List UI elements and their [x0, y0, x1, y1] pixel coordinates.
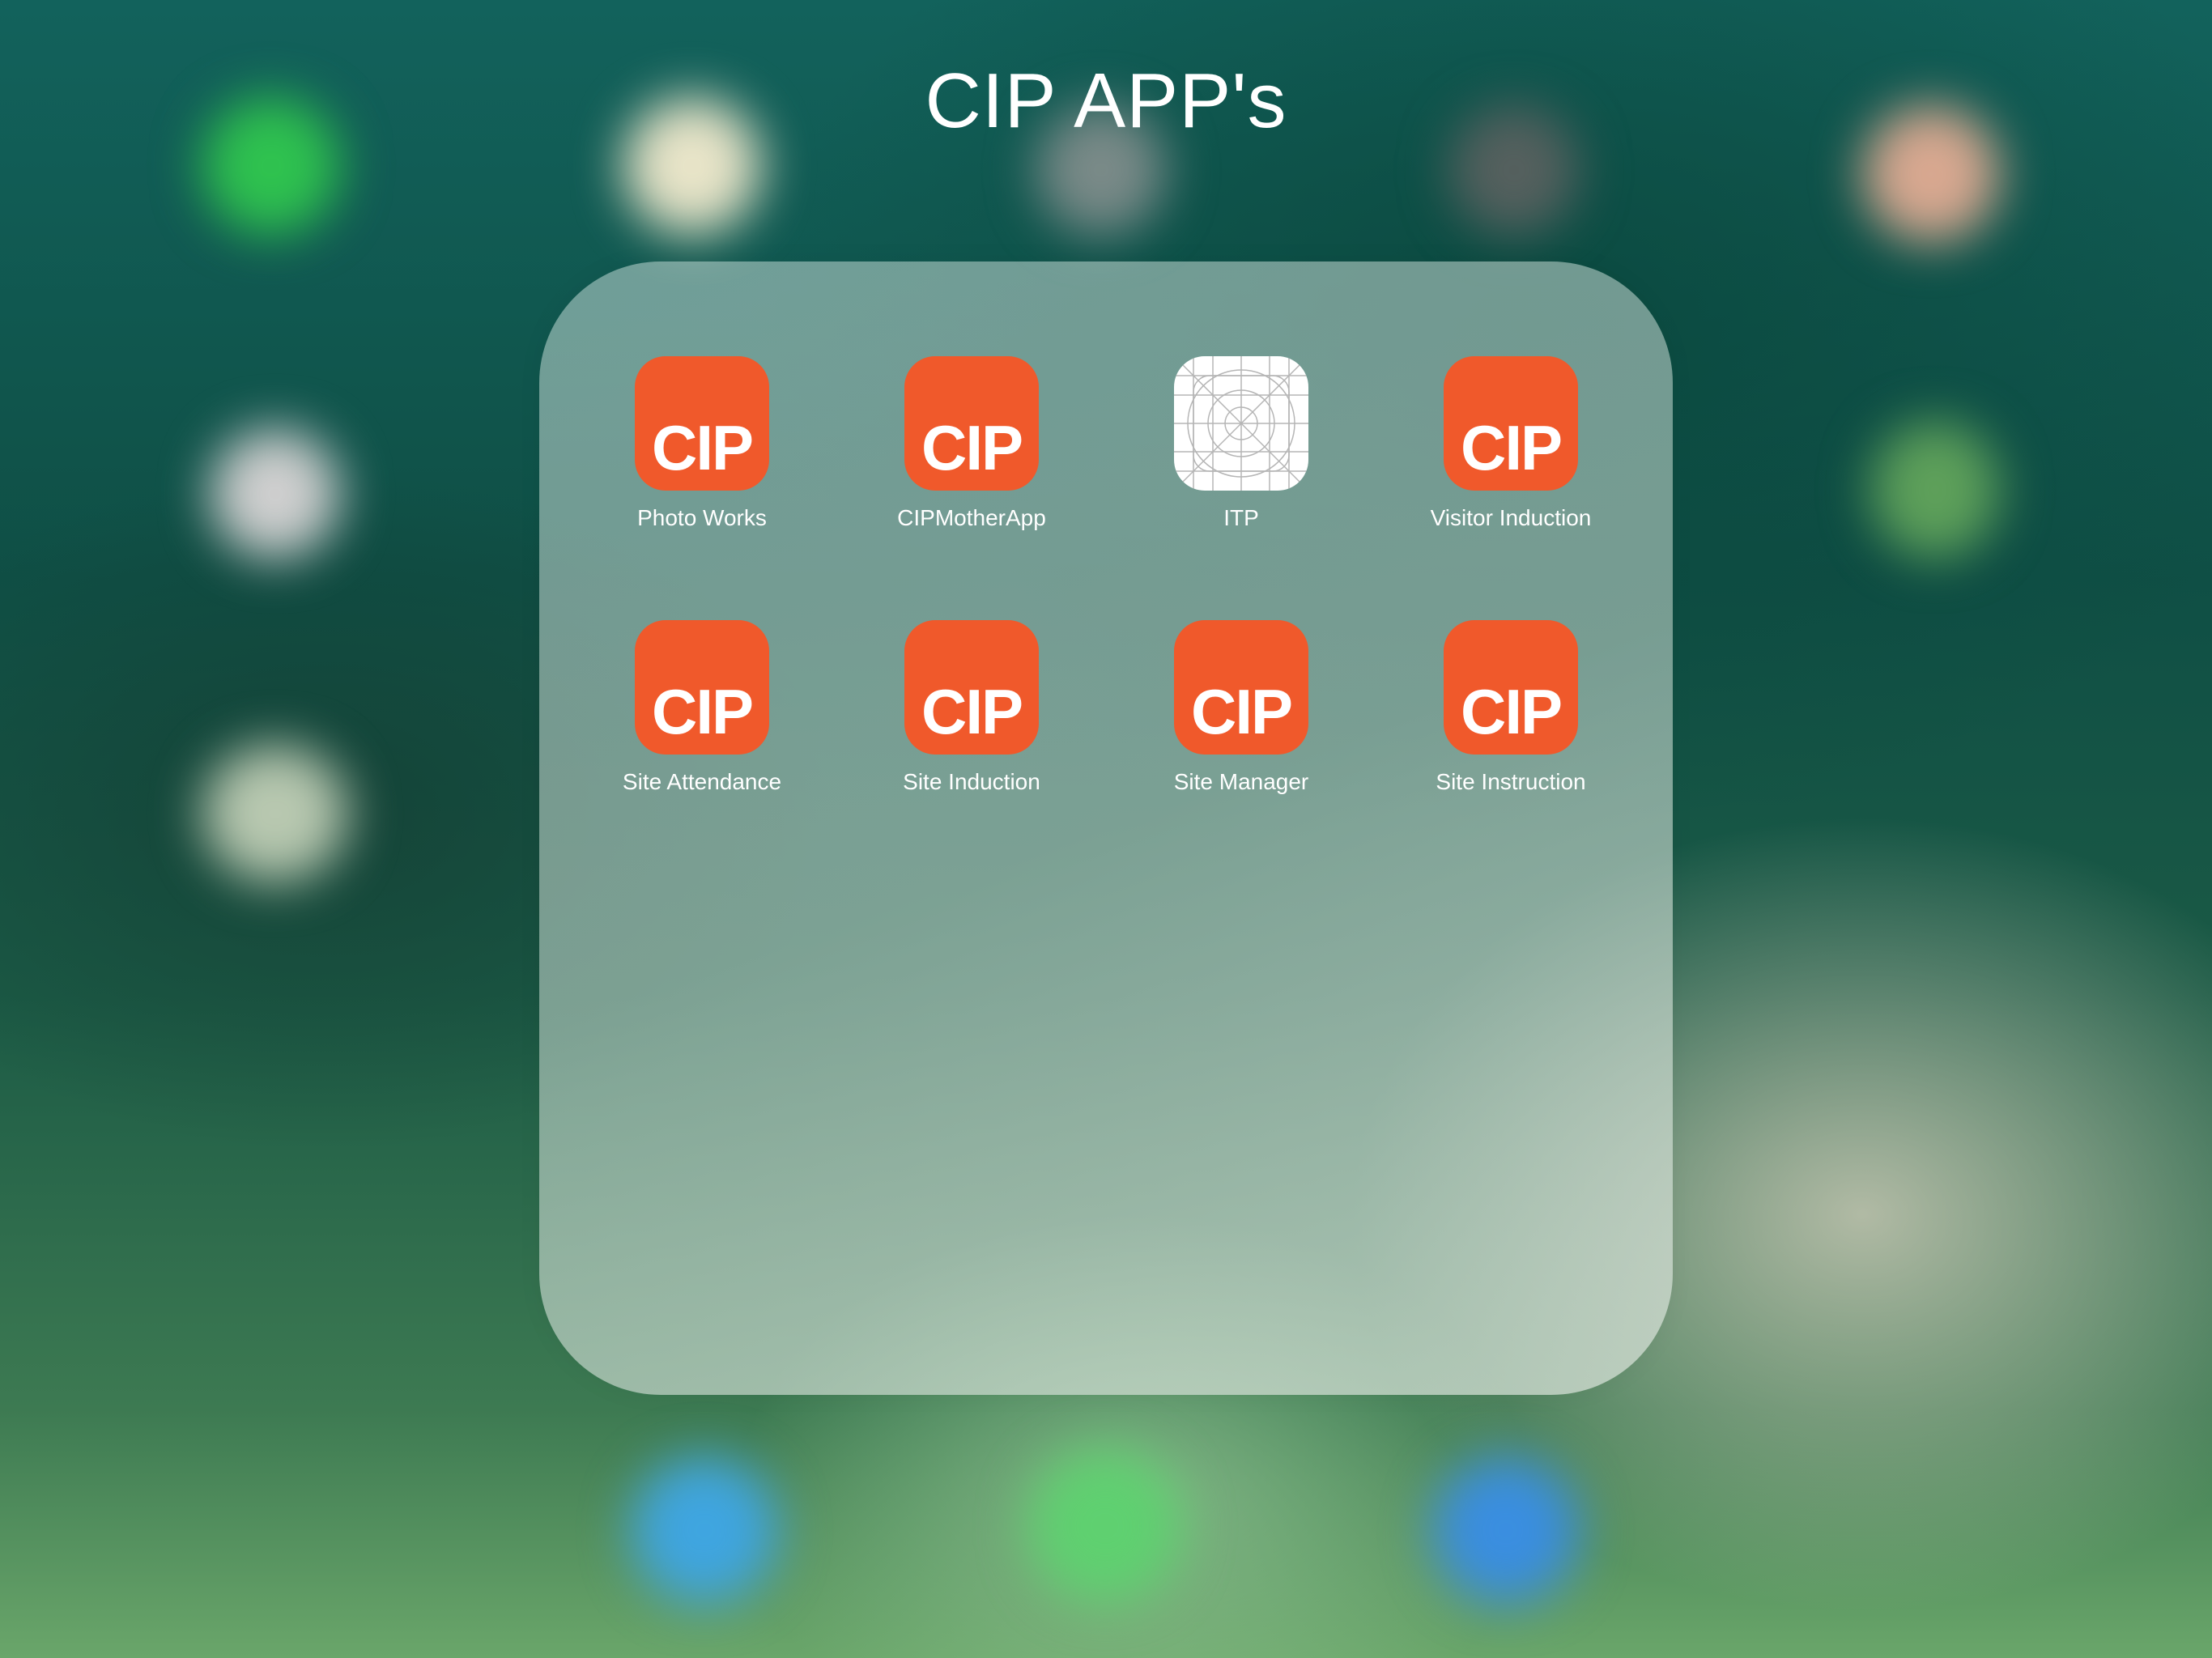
- app-label: Site Instruction: [1436, 769, 1586, 794]
- app-cipmotherapp[interactable]: CIP CIPMotherApp: [850, 356, 1093, 531]
- app-label: Photo Works: [637, 505, 767, 530]
- blurred-dock-icon: [632, 1457, 777, 1603]
- cip-logo-icon[interactable]: CIP: [904, 356, 1039, 491]
- blank-app-template-icon[interactable]: [1174, 356, 1308, 491]
- cip-logo-text: CIP: [921, 676, 1023, 747]
- app-visitor-induction[interactable]: CIP Visitor Induction: [1389, 356, 1632, 531]
- app-folder: CIP Photo Works CIP CIPMotherApp ITP CIP…: [539, 261, 1673, 1395]
- folder-title[interactable]: CIP APP's: [0, 57, 2212, 146]
- app-site-manager[interactable]: CIP Site Manager: [1120, 620, 1363, 795]
- blurred-dock-icon: [1433, 1457, 1579, 1603]
- blurred-app-icon: [211, 429, 340, 559]
- cip-logo-text: CIP: [1460, 412, 1563, 483]
- blurred-dock-icon: [1028, 1449, 1182, 1603]
- app-itp[interactable]: ITP: [1120, 356, 1363, 531]
- cip-logo-icon[interactable]: CIP: [1444, 620, 1578, 755]
- app-label: Site Induction: [903, 769, 1040, 794]
- app-label: Site Manager: [1173, 769, 1309, 794]
- app-label: Site Attendance: [622, 769, 782, 794]
- blurred-app-icon: [1870, 421, 2000, 559]
- app-label: CIPMotherApp: [897, 505, 1046, 530]
- app-photo-works[interactable]: CIP Photo Works: [581, 356, 823, 531]
- app-label: ITP: [1223, 505, 1259, 530]
- cip-logo-text: CIP: [1190, 676, 1293, 747]
- cip-logo-icon[interactable]: CIP: [635, 356, 769, 491]
- app-label: Visitor Induction: [1430, 505, 1592, 530]
- cip-logo-icon[interactable]: CIP: [1444, 356, 1578, 491]
- cip-logo-icon[interactable]: CIP: [1174, 620, 1308, 755]
- app-site-induction[interactable]: CIP Site Induction: [850, 620, 1093, 795]
- icon-grid-template: [1174, 356, 1308, 491]
- cip-logo-icon[interactable]: CIP: [635, 620, 769, 755]
- cip-logo-text: CIP: [921, 412, 1023, 483]
- blurred-app-icon: [202, 745, 348, 882]
- cip-logo-text: CIP: [1460, 676, 1563, 747]
- app-site-attendance[interactable]: CIP Site Attendance: [581, 620, 823, 795]
- app-site-instruction[interactable]: CIP Site Instruction: [1389, 620, 1632, 795]
- cip-logo-text: CIP: [651, 412, 754, 483]
- cip-logo-icon[interactable]: CIP: [904, 620, 1039, 755]
- cip-logo-text: CIP: [651, 676, 754, 747]
